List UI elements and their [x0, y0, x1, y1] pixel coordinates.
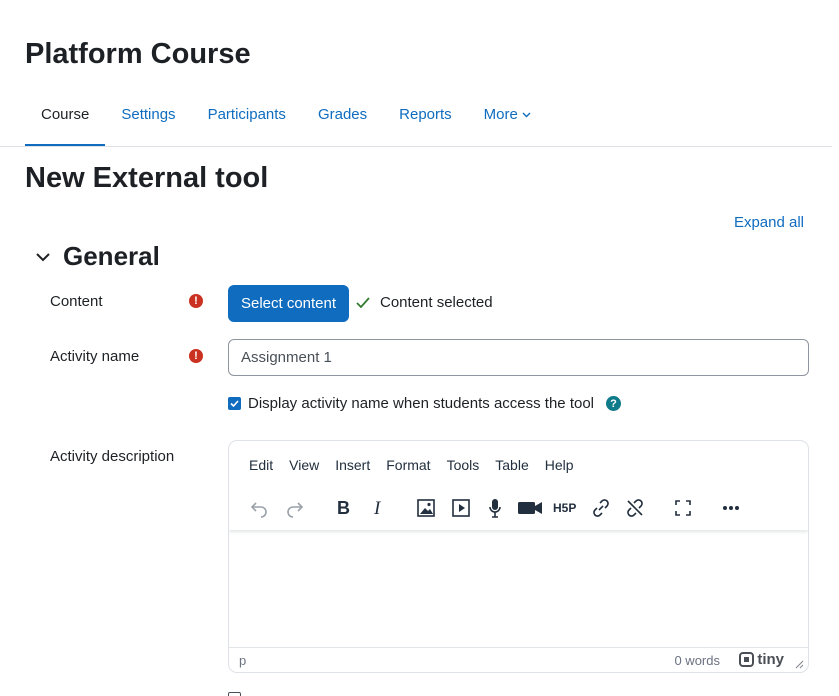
- rich-text-editor: Edit View Insert Format Tools Table Help…: [228, 440, 809, 673]
- link-icon[interactable]: [586, 494, 616, 522]
- fullscreen-icon[interactable]: [668, 494, 698, 522]
- menu-format[interactable]: Format: [378, 455, 438, 475]
- display-name-label: Display activity name when students acce…: [248, 395, 595, 412]
- tab-settings[interactable]: Settings: [105, 94, 191, 147]
- unlink-icon[interactable]: [620, 494, 650, 522]
- menu-table[interactable]: Table: [487, 455, 536, 475]
- next-field-peek: [228, 690, 528, 696]
- editor-content-area[interactable]: [229, 530, 808, 647]
- record-audio-icon[interactable]: [480, 494, 510, 522]
- undo-icon[interactable]: [244, 494, 274, 522]
- menu-insert[interactable]: Insert: [327, 455, 378, 475]
- menu-edit[interactable]: Edit: [241, 455, 281, 475]
- editor-statusbar: p 0 words tiny: [229, 647, 808, 672]
- required-icon: !: [189, 294, 203, 308]
- display-name-checkbox[interactable]: [228, 397, 241, 410]
- svg-text:I: I: [373, 499, 382, 517]
- bold-icon[interactable]: B: [328, 494, 358, 522]
- page-title: New External tool: [25, 162, 269, 194]
- italic-icon[interactable]: I: [363, 494, 393, 522]
- svg-text:H5P: H5P: [553, 501, 576, 515]
- content-label: Content: [50, 293, 103, 310]
- course-nav: Course Settings Participants Grades Repo…: [25, 94, 547, 147]
- course-title: Platform Course: [25, 38, 251, 70]
- chevron-down-icon: [36, 252, 50, 261]
- word-count[interactable]: 0 words: [674, 653, 720, 668]
- chevron-down-icon: [522, 112, 531, 118]
- menu-tools[interactable]: Tools: [439, 455, 488, 475]
- svg-text:B: B: [337, 499, 350, 517]
- expand-all-link[interactable]: Expand all: [734, 214, 804, 231]
- activity-name-input[interactable]: Assignment 1: [228, 339, 809, 376]
- tab-reports[interactable]: Reports: [383, 94, 468, 147]
- menu-view[interactable]: View: [281, 455, 327, 475]
- tiny-logo[interactable]: tiny: [739, 651, 784, 668]
- activity-name-label: Activity name: [50, 348, 140, 365]
- required-icon: !: [189, 349, 203, 363]
- content-status-text: Content selected: [380, 294, 493, 311]
- media-icon[interactable]: [446, 494, 476, 522]
- section-title: General: [63, 241, 160, 271]
- content-status: Content selected: [356, 294, 493, 311]
- editor-menubar: Edit View Insert Format Tools Table Help: [241, 455, 582, 475]
- editor-toolbar: B I H5P: [229, 485, 808, 530]
- redo-icon[interactable]: [280, 494, 310, 522]
- tab-course[interactable]: Course: [25, 94, 106, 147]
- tab-grades[interactable]: Grades: [302, 94, 383, 147]
- tab-more[interactable]: More: [468, 94, 547, 147]
- select-content-button[interactable]: Select content: [228, 285, 349, 322]
- more-icon[interactable]: [716, 494, 746, 522]
- tab-participants[interactable]: Participants: [192, 94, 302, 147]
- resize-handle-icon[interactable]: [795, 660, 804, 669]
- tab-more-label: More: [483, 106, 518, 123]
- image-icon[interactable]: [411, 494, 441, 522]
- checkmark-icon: [230, 400, 239, 407]
- menu-help[interactable]: Help: [537, 455, 582, 475]
- tiny-brand-text: tiny: [757, 651, 784, 668]
- tiny-icon: [739, 652, 755, 667]
- section-general-header[interactable]: General: [35, 241, 160, 272]
- display-name-option: Display activity name when students acce…: [228, 395, 622, 412]
- element-path[interactable]: p: [239, 653, 246, 668]
- activity-description-label: Activity description: [50, 448, 175, 465]
- help-icon[interactable]: ?: [606, 396, 622, 411]
- h5p-icon[interactable]: H5P: [551, 494, 581, 522]
- record-video-icon[interactable]: [515, 494, 545, 522]
- nav-divider: [0, 146, 832, 147]
- check-icon: [356, 297, 370, 308]
